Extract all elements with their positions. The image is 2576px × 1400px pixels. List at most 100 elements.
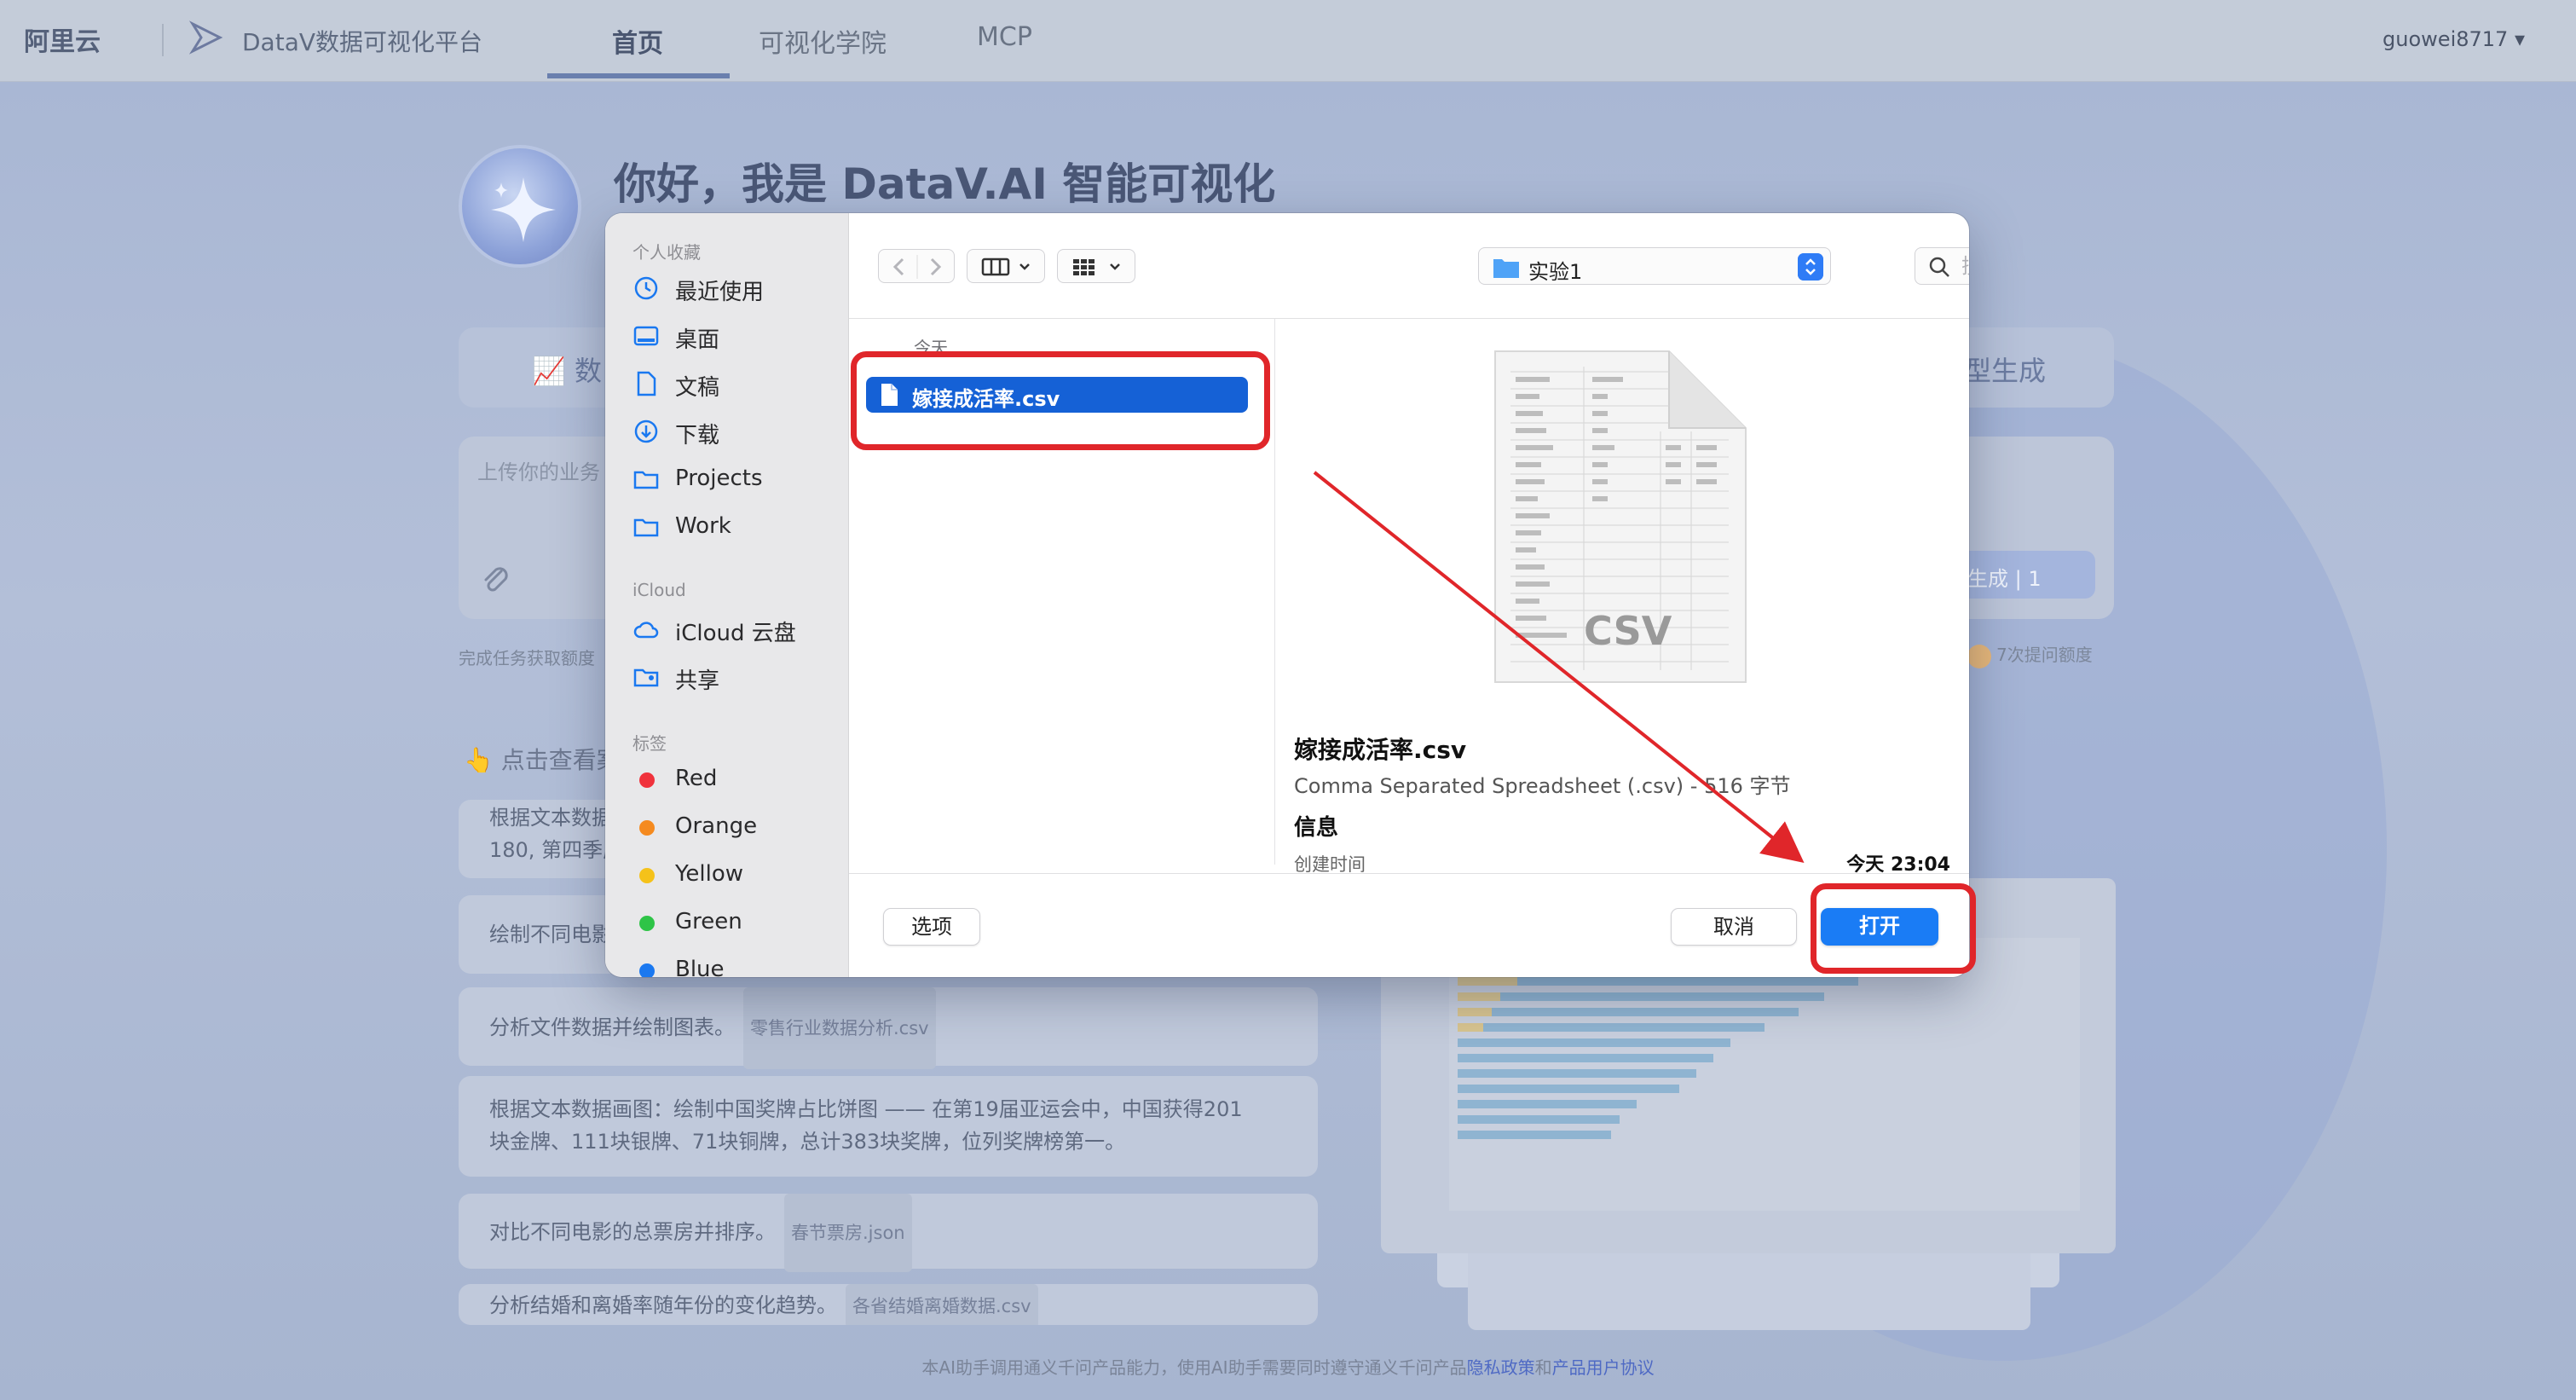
sidebar-item-recent[interactable]: 最近使用 bbox=[632, 269, 837, 307]
sidebar-item-projects[interactable]: Projects bbox=[632, 460, 837, 498]
cloud-icon bbox=[633, 622, 659, 639]
logo-text: 阿里云 bbox=[24, 27, 101, 57]
sparkle-icon bbox=[491, 177, 556, 242]
sidebar-item-documents[interactable]: 文稿 bbox=[632, 365, 837, 402]
back-chevron-icon[interactable] bbox=[892, 257, 904, 276]
folder-icon bbox=[633, 518, 659, 537]
shared-folder-icon bbox=[633, 668, 659, 687]
columns-view-icon bbox=[981, 257, 1030, 276]
sidebar-tag-green[interactable]: Green bbox=[632, 904, 837, 941]
example-card[interactable]: 分析文件数据并绘制图表。 零售行业数据分析.csv bbox=[459, 987, 1318, 1069]
tab-academy[interactable]: 可视化学院 bbox=[759, 22, 887, 60]
example-text: 分析文件数据并绘制图表。 bbox=[489, 1015, 735, 1039]
dialog-sidebar: 个人收藏 最近使用 桌面 文稿 下载 Projects Work iCloud bbox=[605, 213, 849, 977]
sidebar-item-label: Work bbox=[675, 513, 731, 539]
folder-icon bbox=[1493, 259, 1519, 278]
example-card[interactable]: 根据文本数据画图：绘制中国奖牌占比饼图 —— 在第19届亚运会中，中国获得201… bbox=[459, 1076, 1318, 1177]
examples-title: 点击查看案 bbox=[500, 746, 621, 774]
file-tag: 各省结婚离婚数据.csv bbox=[846, 1284, 1038, 1325]
csv-file-icon: CSV bbox=[1494, 350, 1747, 683]
dialog-button-bar: 选项 取消 打开 bbox=[849, 873, 1969, 977]
file-open-dialog: 个人收藏 最近使用 桌面 文稿 下载 Projects Work iCloud bbox=[605, 213, 1969, 977]
options-button[interactable]: 选项 bbox=[883, 908, 980, 946]
footer-disclaimer: 本AI助手调用通义千问产品能力，使用AI助手需要同时遵守通义千问产品隐私政策和产… bbox=[0, 1354, 2576, 1379]
forward-chevron-icon[interactable] bbox=[930, 257, 942, 276]
sidebar-item-desktop[interactable]: 桌面 bbox=[632, 317, 837, 355]
example-text-line1: 根据文本数据画图：绘制中国奖牌占比饼图 —— 在第19届亚运会中，中国获得201 bbox=[489, 1097, 1243, 1121]
mode-data-analysis[interactable]: 📈 数 bbox=[532, 350, 602, 389]
location-label: 实验1 bbox=[1528, 260, 1583, 284]
green-tag-dot bbox=[639, 916, 655, 931]
sidebar-tag-orange[interactable]: Orange bbox=[632, 808, 837, 846]
sidebar-item-label: Yellow bbox=[675, 861, 744, 887]
file-tag: 春节票房.json bbox=[784, 1194, 912, 1272]
group-by-button[interactable] bbox=[1057, 249, 1135, 283]
back-forward-buttons bbox=[878, 249, 955, 283]
sidebar-item-label: iCloud 云盘 bbox=[675, 621, 796, 646]
generate-button[interactable]: 生成 | 1 bbox=[1950, 551, 2095, 599]
brand-name[interactable]: DataV数据可视化平台 bbox=[242, 24, 482, 58]
dialog-toolbar: 实验1 bbox=[849, 213, 1969, 319]
sidebar-item-label: Projects bbox=[675, 466, 763, 491]
datav-logo-icon bbox=[188, 20, 223, 55]
sidebar-tag-yellow[interactable]: Yellow bbox=[632, 856, 837, 894]
red-tag-dot bbox=[639, 772, 655, 788]
footer-and: 和 bbox=[1534, 1357, 1552, 1378]
example-text-line2: 块金牌、111块银牌、71块铜牌，总计383块奖牌，位列奖牌榜第一。 bbox=[489, 1130, 1126, 1154]
active-tab-indicator bbox=[547, 73, 730, 78]
user-menu[interactable]: guowei8717 ▾ bbox=[2383, 27, 2525, 51]
icloud-section-title: iCloud bbox=[632, 580, 686, 600]
file-preview: CSV 嫁接成活率.csv Comma Separated Spreadshee… bbox=[1275, 319, 1969, 876]
sidebar-item-label: Green bbox=[675, 909, 742, 934]
search-field bbox=[1915, 247, 1969, 285]
quota-remaining-label: 7次提问额度 bbox=[1996, 645, 2093, 665]
orange-tag-dot bbox=[639, 820, 655, 836]
preview-info-title: 信息 bbox=[1294, 815, 1339, 841]
clock-icon bbox=[634, 276, 658, 300]
file-tag: 零售行业数据分析.csv bbox=[743, 987, 936, 1069]
example-text: 对比不同电影的总票房并排序。 bbox=[489, 1220, 776, 1244]
folder-icon bbox=[633, 471, 659, 489]
prompt-input[interactable]: 上传你的业务 bbox=[477, 455, 600, 485]
preview-file-type: Comma Separated Spreadsheet (.csv) - 516… bbox=[1294, 774, 1791, 798]
updown-chevron-icon bbox=[1798, 253, 1823, 281]
document-icon bbox=[637, 371, 656, 396]
aliyun-logo[interactable]: 阿里云 bbox=[24, 20, 101, 58]
sidebar-item-label: 共享 bbox=[675, 668, 720, 694]
example-card[interactable]: 分析结婚和离婚率随年份的变化趋势。 各省结婚离婚数据.csv bbox=[459, 1284, 1318, 1325]
sidebar-item-work[interactable]: Work bbox=[632, 508, 837, 546]
sidebar-item-label: Orange bbox=[675, 813, 758, 839]
examples-heading: 👆 点击查看案 bbox=[464, 742, 621, 776]
example-card[interactable]: 对比不同电影的总票房并排序。 春节票房.json bbox=[459, 1194, 1318, 1272]
csv-icon-label: CSV bbox=[1584, 608, 1672, 654]
tab-mcp[interactable]: MCP bbox=[977, 22, 1032, 52]
tab-home[interactable]: 首页 bbox=[612, 22, 663, 60]
logo-divider bbox=[162, 24, 164, 56]
coin-icon bbox=[1967, 644, 1991, 668]
selected-file-highlight bbox=[851, 351, 1270, 450]
user-agreement-link[interactable]: 产品用户协议 bbox=[1552, 1357, 1655, 1378]
hero-title: 你好，我是 DataV.AI 智能可视化 bbox=[614, 159, 1276, 209]
sidebar-tag-red[interactable]: Red bbox=[632, 761, 837, 798]
example-text: 分析结婚和离婚率随年份的变化趋势。 bbox=[489, 1293, 837, 1317]
sidebar-item-label: 文稿 bbox=[675, 375, 720, 401]
quota-tip: 完成任务获取额度 bbox=[459, 648, 595, 668]
mode-left-label: 数 bbox=[575, 355, 603, 387]
privacy-policy-link[interactable]: 隐私政策 bbox=[1467, 1357, 1535, 1378]
sidebar-item-icloud-drive[interactable]: iCloud 云盘 bbox=[632, 610, 837, 648]
sidebar-item-label: 最近使用 bbox=[675, 280, 765, 305]
sidebar-tag-blue[interactable]: Blue bbox=[632, 952, 837, 977]
view-mode-button[interactable] bbox=[967, 249, 1045, 283]
location-select[interactable]: 实验1 bbox=[1478, 247, 1831, 285]
mode-model-generation[interactable]: 型生成 bbox=[1964, 350, 2046, 389]
attachment-icon[interactable] bbox=[477, 561, 511, 595]
sidebar-item-label: 桌面 bbox=[675, 327, 720, 353]
download-icon bbox=[634, 419, 658, 443]
open-button-highlight bbox=[1811, 883, 1976, 974]
sidebar-item-downloads[interactable]: 下载 bbox=[632, 413, 837, 450]
search-input[interactable] bbox=[1961, 253, 1969, 279]
sidebar-item-shared[interactable]: 共享 bbox=[632, 658, 837, 696]
footer-text: 本AI助手调用通义千问产品能力，使用AI助手需要同时遵守通义千问产品 bbox=[921, 1357, 1467, 1378]
quota-remaining: 7次提问额度 bbox=[1967, 641, 2093, 668]
cancel-button[interactable]: 取消 bbox=[1671, 908, 1797, 946]
